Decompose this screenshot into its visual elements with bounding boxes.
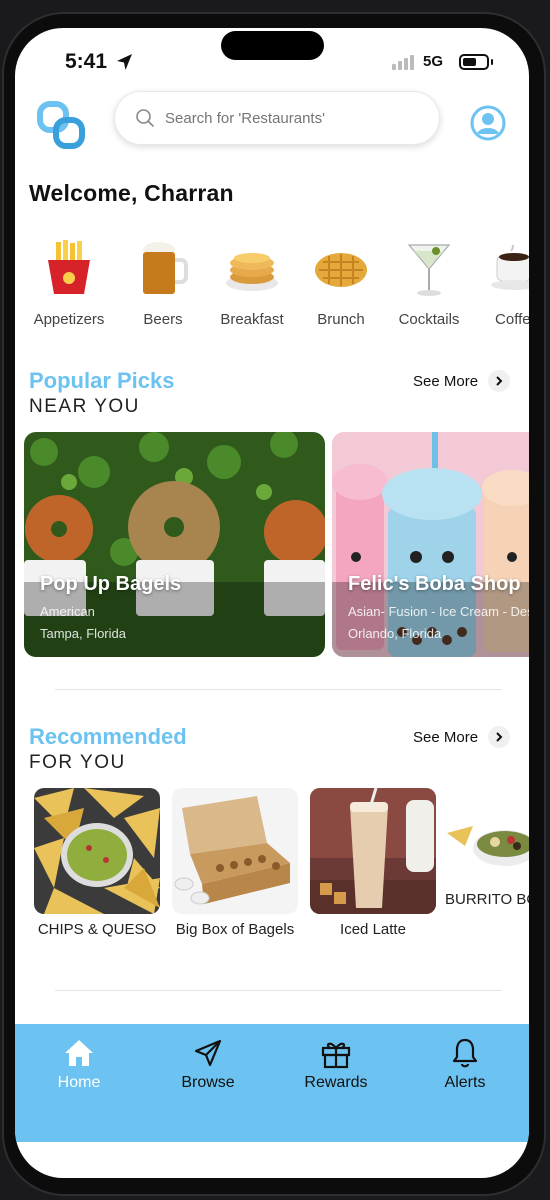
- tab-browse[interactable]: Browse: [153, 1036, 263, 1092]
- restaurant-card-pop-up-bagels[interactable]: Pop Up Bagels American Tampa, Florida: [24, 432, 325, 657]
- beer-mug-icon: [143, 242, 188, 294]
- app-logo: [37, 101, 85, 149]
- network-type: 5G: [423, 53, 444, 70]
- recommended-item-burrito-bowl[interactable]: BURRITO BOWL: [445, 788, 529, 910]
- battery-icon: [459, 54, 489, 70]
- category-brunch[interactable]: Brunch: [291, 233, 391, 328]
- restaurant-name: Pop Up Bagels: [40, 573, 182, 595]
- search-icon: [136, 109, 154, 127]
- recommended-item-chips-queso[interactable]: CHIPS & QUESO: [32, 788, 162, 940]
- item-label: Big Box of Bagels: [175, 921, 295, 938]
- iced-latte-photo: [310, 788, 436, 914]
- tab-label: Rewards: [304, 1074, 368, 1091]
- welcome-heading: Welcome, Charran: [29, 180, 234, 206]
- category-cocktails[interactable]: Cocktails: [379, 233, 479, 328]
- recommended-item-iced-latte[interactable]: Iced Latte: [308, 788, 438, 940]
- item-label: BURRITO BOWL: [445, 891, 529, 908]
- category-coffee[interactable]: Coffee: [467, 233, 529, 328]
- category-beers[interactable]: Beers: [113, 233, 213, 328]
- bagel-box-photo: [172, 788, 298, 914]
- status-time: 5:41: [65, 50, 108, 73]
- chevron-right-icon: [488, 370, 511, 392]
- coffee-cup-icon: [491, 245, 529, 290]
- gift-icon: [321, 1042, 351, 1069]
- recommended-subtitle: FOR YOU: [29, 752, 126, 773]
- restaurant-cuisine: American: [40, 604, 95, 619]
- chevron-right-icon: [488, 726, 511, 748]
- tab-alerts[interactable]: Alerts: [410, 1036, 520, 1092]
- search-bar[interactable]: [114, 91, 440, 145]
- popular-picks-title: Popular Picks: [29, 368, 175, 393]
- app-screen: 5:41 5G Welcome, Charran: [15, 28, 529, 1178]
- category-appetizers[interactable]: Appetizers: [19, 233, 119, 328]
- tab-label: Browse: [181, 1074, 235, 1091]
- popular-picks-subtitle: NEAR YOU: [29, 396, 140, 417]
- category-breakfast[interactable]: Breakfast: [202, 233, 302, 328]
- restaurant-location: Orlando, Florida: [348, 626, 442, 641]
- see-more-label: See More: [413, 728, 479, 746]
- dynamic-island: [221, 31, 324, 60]
- category-label: Brunch: [317, 311, 365, 328]
- category-strip: Appetizers Beers Breakfast Brunch Cockta…: [15, 233, 529, 333]
- fries-icon: [48, 240, 90, 294]
- category-label: Cocktails: [398, 311, 460, 328]
- tab-label: Home: [57, 1074, 101, 1091]
- category-label: Beers: [143, 311, 183, 328]
- category-label: Breakfast: [220, 311, 284, 328]
- section-divider: [55, 990, 502, 991]
- burrito-bowl-photo: [445, 788, 529, 898]
- item-label: Iced Latte: [340, 921, 406, 938]
- tab-rewards[interactable]: Rewards: [281, 1036, 391, 1092]
- category-label: Appetizers: [33, 311, 105, 328]
- cocktail-glass-icon: [407, 244, 451, 296]
- waffle-icon: [315, 253, 367, 287]
- bottom-tab-bar: Home Browse Rewards Alerts: [15, 1024, 529, 1142]
- recommended-item-bagel-box[interactable]: Big Box of Bagels: [170, 788, 300, 940]
- popular-see-more-button[interactable]: See More: [413, 370, 511, 392]
- home-icon: [65, 1040, 93, 1066]
- boba-photo: [332, 432, 529, 657]
- recommended-title: Recommended: [29, 724, 187, 749]
- section-divider: [55, 689, 502, 690]
- pancakes-icon: [226, 253, 278, 291]
- location-arrow-icon: [117, 54, 132, 70]
- tab-home[interactable]: Home: [24, 1036, 134, 1092]
- chips-queso-photo: [34, 788, 160, 914]
- bagels-photo: [24, 432, 325, 657]
- search-input[interactable]: [165, 109, 405, 127]
- battery-cap: [491, 59, 493, 65]
- item-label: CHIPS & QUESO: [37, 921, 157, 938]
- navigation-arrow-icon: [194, 1039, 222, 1067]
- signal-icon: [392, 55, 414, 70]
- profile-avatar-icon[interactable]: [470, 105, 506, 141]
- restaurant-location: Tampa, Florida: [40, 626, 126, 641]
- restaurant-name: Felic's Boba Shop: [348, 573, 521, 595]
- tab-label: Alerts: [444, 1074, 486, 1091]
- category-label: Coffee: [495, 311, 529, 328]
- bell-icon: [452, 1038, 478, 1068]
- see-more-label: See More: [413, 372, 479, 390]
- restaurant-cuisine: Asian- Fusion - Ice Cream - Dess: [348, 604, 529, 619]
- recommended-see-more-button[interactable]: See More: [413, 726, 511, 748]
- restaurant-card-felics-boba[interactable]: Felic's Boba Shop Asian- Fusion - Ice Cr…: [332, 432, 529, 657]
